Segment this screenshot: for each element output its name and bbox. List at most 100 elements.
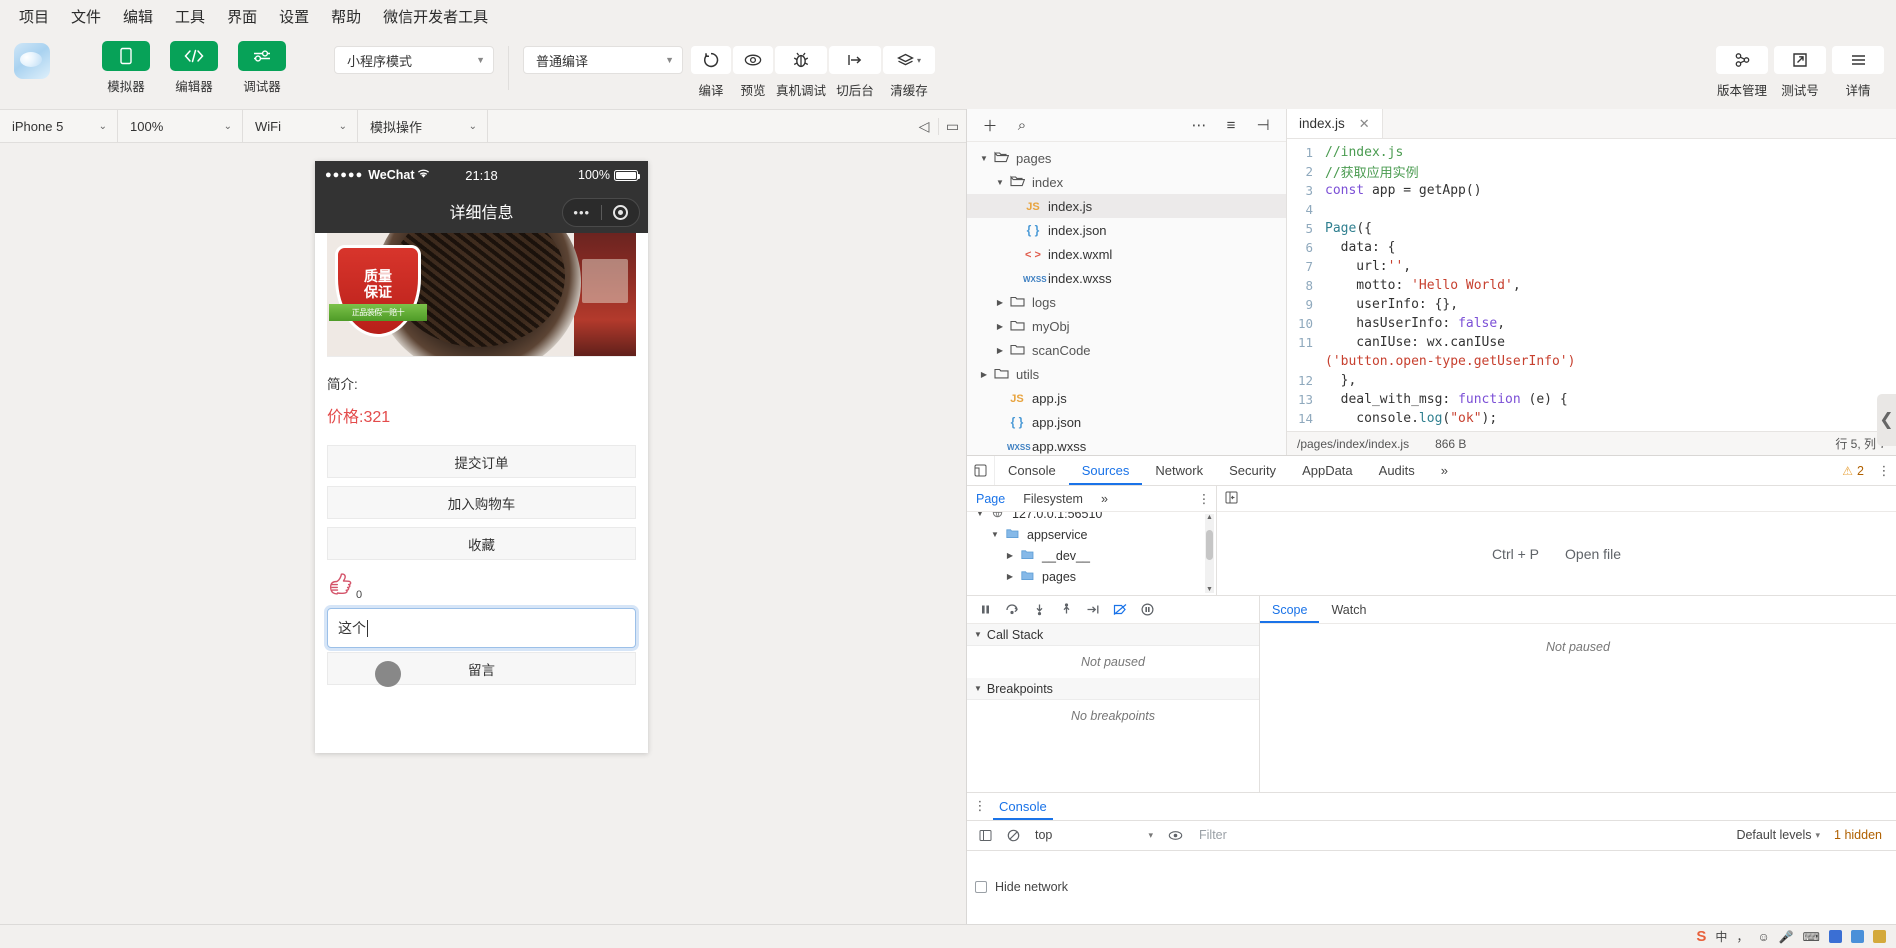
menu-item-2[interactable]: 编辑 [112, 3, 164, 30]
chevron-icon[interactable]: ▼ [977, 154, 991, 163]
toolbar-phone-button[interactable]: 模拟器 [98, 41, 154, 95]
tab-security[interactable]: Security [1216, 456, 1289, 485]
simulator-select-0[interactable]: iPhone 5 ⌄ [0, 110, 118, 142]
tree-file-app.js[interactable]: JS app.js [967, 386, 1286, 410]
menu-item-0[interactable]: 项目 [8, 3, 60, 30]
ime-chinese-icon[interactable]: 中 [1715, 928, 1727, 945]
compile-select[interactable]: 普通编译 ▼ [523, 46, 683, 74]
pause-icon[interactable] [973, 599, 997, 621]
tree-file-index.wxml[interactable]: < > index.wxml [967, 242, 1286, 266]
tab-network[interactable]: Network [1142, 456, 1216, 485]
console-context-select[interactable]: top ▾ [1029, 828, 1159, 842]
tab-appdata[interactable]: AppData [1289, 456, 1366, 485]
sources-nav-menu-icon[interactable]: ⋮ [1192, 491, 1216, 506]
console-filter-input[interactable]: Filter [1191, 828, 1732, 842]
tab-console[interactable]: Console [995, 456, 1069, 485]
show-navigator-icon[interactable] [1225, 491, 1238, 507]
console-drawer-menu-icon[interactable]: ⋮ [967, 798, 993, 814]
eye-icon[interactable] [1163, 829, 1187, 842]
tree-folder-pages[interactable]: ▼ pages [967, 146, 1286, 170]
chevron-icon[interactable]: ▶ [1003, 572, 1017, 581]
code-content[interactable]: 1 //index.js 2 //获取应用实例 3 const app = getApp(… [1287, 139, 1896, 431]
toolbar-eye-button[interactable]: 预览 [733, 33, 773, 99]
tree-folder-myObj[interactable]: ▶ myObj [967, 314, 1286, 338]
pause-on-exceptions-icon[interactable] [1135, 599, 1159, 621]
collapse-panel-icon[interactable]: ⊣ [1250, 113, 1276, 137]
collapse-panel-handle[interactable]: ❮ [1877, 394, 1896, 446]
section-header[interactable]: ▼ Breakpoints [967, 678, 1259, 700]
console-hidden-count[interactable]: 1 hidden [1834, 828, 1890, 842]
ime-box-icon[interactable] [1851, 930, 1864, 943]
tab-sources[interactable]: Sources [1069, 456, 1143, 485]
more-icon[interactable]: ••• [563, 206, 601, 219]
menu-item-3[interactable]: 工具 [164, 3, 216, 30]
tab-console[interactable]: Console [993, 793, 1053, 820]
close-target-icon[interactable] [602, 205, 640, 220]
phone-action-button-0[interactable]: 提交订单 [327, 445, 636, 478]
chevron-icon[interactable]: ▼ [973, 512, 987, 518]
mute-icon[interactable]: ◁ [910, 118, 938, 135]
tree-file-index.wxss[interactable]: WXSS index.wxss [967, 266, 1286, 290]
tree-folder-scanCode[interactable]: ▶ scanCode [967, 338, 1286, 362]
search-icon[interactable]: ⌕ [1009, 113, 1035, 137]
sidebar-icon[interactable] [973, 829, 997, 842]
tree-file-index.json[interactable]: { } index.json [967, 218, 1286, 242]
step-into-icon[interactable] [1027, 599, 1051, 621]
simulator-select-2[interactable]: WiFi ⌄ [243, 110, 358, 142]
toolbar-bug-button[interactable]: 真机调试 [775, 33, 827, 99]
menu-item-4[interactable]: 界面 [216, 3, 268, 30]
chevron-icon[interactable]: ▶ [1003, 551, 1017, 560]
tree-folder-utils[interactable]: ▶ utils [967, 362, 1286, 386]
phone-action-button-2[interactable]: 收藏 [327, 527, 636, 560]
sources-tree-127.0.0.1:56510[interactable]: ▼ 127.0.0.1:56510 [967, 512, 1216, 524]
tab-»[interactable]: » [1428, 456, 1461, 485]
ime-palette-icon[interactable] [1829, 930, 1842, 943]
ime-smiley-icon[interactable]: ☺ [1757, 930, 1769, 944]
simulator-select-3[interactable]: 模拟操作 ⌄ [358, 110, 488, 142]
toolbar-external-link-button[interactable]: 测试号 [1774, 33, 1826, 99]
sources-tree-appservice[interactable]: ▼ appservice [967, 524, 1216, 545]
inspect-element-icon[interactable] [967, 456, 995, 485]
chevron-icon[interactable]: ▼ [993, 178, 1007, 187]
section-header[interactable]: ▼ Call Stack [967, 624, 1259, 646]
chevron-icon[interactable]: ▶ [993, 322, 1007, 331]
ime-half-width-icon[interactable]: ， [1736, 928, 1748, 945]
console-levels-select[interactable]: Default levels ▾ [1736, 828, 1830, 842]
menu-item-7[interactable]: 微信开发者工具 [372, 3, 499, 30]
like-row[interactable]: 0 [315, 568, 648, 608]
add-file-icon[interactable]: ＋ [977, 113, 1003, 137]
step-icon[interactable] [1081, 599, 1105, 621]
hide-network-checkbox[interactable] [975, 881, 987, 894]
phone-action-button-1[interactable]: 加入购物车 [327, 486, 636, 519]
toolbar-refresh-button[interactable]: 编译 [691, 33, 731, 99]
tree-folder-index[interactable]: ▼ index [967, 170, 1286, 194]
sources-tree-scrollbar[interactable]: ▲ ▼ [1205, 514, 1214, 593]
mode-select[interactable]: 小程序模式 ▼ [334, 46, 494, 74]
thumbs-up-icon[interactable] [329, 572, 355, 602]
tab-index-js[interactable]: index.js ✕ [1287, 109, 1383, 138]
ime-keyboard-icon[interactable]: ⌨ [1803, 930, 1820, 944]
simulator-select-1[interactable]: 100% ⌄ [118, 110, 243, 142]
ime-menu-icon[interactable] [1873, 930, 1886, 943]
toolbar-sliders-button[interactable]: 调试器 [234, 41, 290, 95]
comment-input[interactable]: 这个 [327, 608, 636, 648]
sources-tree-pages[interactable]: ▶ pages [967, 566, 1216, 587]
menu-item-6[interactable]: 帮助 [320, 3, 372, 30]
toolbar-hamburger-button[interactable]: 详情 [1832, 33, 1884, 99]
outline-icon[interactable]: ≡ [1218, 113, 1244, 137]
chevron-icon[interactable]: ▶ [993, 346, 1007, 355]
sources-tab-page[interactable]: Page [967, 492, 1014, 506]
clear-icon[interactable] [1001, 829, 1025, 842]
sources-tab-filesystem[interactable]: Filesystem [1014, 492, 1092, 506]
screen-icon[interactable]: ▭ [938, 117, 966, 135]
chevron-icon[interactable]: ▼ [988, 530, 1002, 539]
sources-tab-»[interactable]: » [1092, 492, 1117, 506]
menu-item-5[interactable]: 设置 [268, 3, 320, 30]
toolbar-code-button[interactable]: 编辑器 [166, 41, 222, 95]
tab-scope[interactable]: Scope [1260, 596, 1319, 623]
chevron-icon[interactable]: ▶ [977, 370, 991, 379]
step-out-icon[interactable] [1054, 599, 1078, 621]
more-icon[interactable]: ⋯ [1186, 113, 1212, 137]
tab-audits[interactable]: Audits [1366, 456, 1428, 485]
deactivate-breakpoints-icon[interactable] [1108, 599, 1132, 621]
